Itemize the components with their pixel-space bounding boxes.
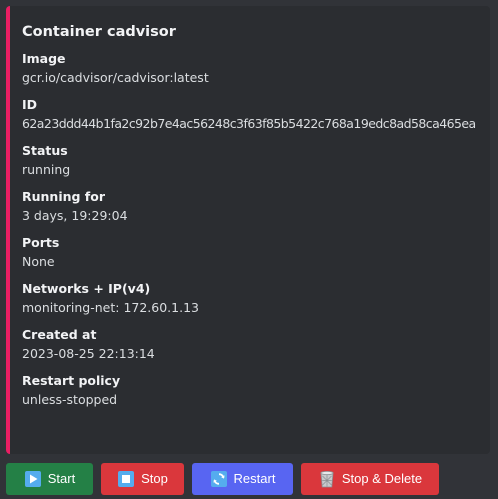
field-name: Image xyxy=(22,51,66,66)
field-value: running xyxy=(22,162,71,177)
field-value: monitoring-net: 172.60.1.13 xyxy=(22,300,199,315)
field-id: ID 62a23ddd44b1fa2c92b7e4ac56248c3f63f85… xyxy=(22,96,480,134)
container-embed: Container cadvisor Image gcr.io/cadvisor… xyxy=(6,6,490,454)
stop-label: Stop xyxy=(141,471,168,486)
field-name: Networks + IP(v4) xyxy=(22,281,151,296)
start-label: Start xyxy=(47,471,76,486)
field-name: Running for xyxy=(22,189,105,204)
stop-icon xyxy=(117,470,135,488)
restart-button[interactable]: Restart xyxy=(192,463,293,495)
field-value: gcr.io/cadvisor/cadvisor:latest xyxy=(22,70,209,85)
field-value: 3 days, 19:29:04 xyxy=(22,208,128,223)
field-status: Status running xyxy=(22,142,480,180)
field-name: Created at xyxy=(22,327,97,342)
field-running-for: Running for 3 days, 19:29:04 xyxy=(22,188,480,226)
embed-title: Container cadvisor xyxy=(22,24,176,40)
field-name: ID xyxy=(22,97,38,112)
field-value: 2023-08-25 22:13:14 xyxy=(22,346,155,361)
field-name: Restart policy xyxy=(22,373,121,388)
restart-label: Restart xyxy=(233,471,276,486)
stop-delete-label: Stop & Delete xyxy=(341,471,423,486)
field-name: Status xyxy=(22,143,68,158)
stop-button[interactable]: Stop xyxy=(101,463,184,495)
restart-icon xyxy=(210,470,228,488)
field-networks: Networks + IP(v4) monitoring-net: 172.60… xyxy=(22,280,480,318)
field-restart-policy: Restart policy unless-stopped xyxy=(22,372,480,410)
play-icon xyxy=(24,470,42,488)
action-buttons: Start Stop Restart Stop & Delete xyxy=(6,463,439,495)
field-ports: Ports None xyxy=(22,234,480,272)
wastebasket-icon xyxy=(318,470,336,488)
field-image: Image gcr.io/cadvisor/cadvisor:latest xyxy=(22,50,480,88)
start-button[interactable]: Start xyxy=(6,463,93,495)
field-name: Ports xyxy=(22,235,60,250)
field-value: unless-stopped xyxy=(22,392,118,407)
field-value: None xyxy=(22,254,55,269)
stop-delete-button[interactable]: Stop & Delete xyxy=(301,463,439,495)
field-value: 62a23ddd44b1fa2c92b7e4ac56248c3f63f85b54… xyxy=(22,116,476,131)
field-created-at: Created at 2023-08-25 22:13:14 xyxy=(22,326,480,364)
